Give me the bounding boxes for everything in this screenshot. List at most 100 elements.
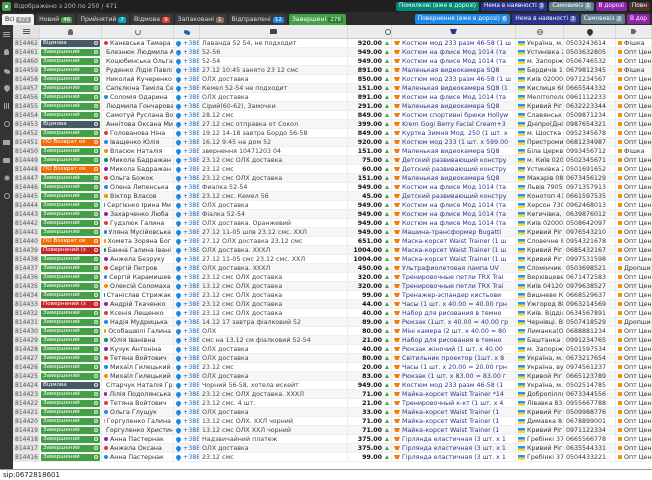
table-row[interactable]: 814441ЗавершенийУляна Мусійовська+38В27.… xyxy=(13,228,652,237)
cell-call-link[interactable]: +38В xyxy=(174,228,200,236)
table-row[interactable]: 814443ЗавершенийЗахарченко Люба+38ВФіалк… xyxy=(13,210,652,219)
cell-product[interactable]: Маленькая видеокамера SQ8 xyxy=(392,66,516,74)
column-header-name[interactable] xyxy=(102,25,174,38)
cell-product[interactable]: Майка-корсет Waist Trainer (1 xyxy=(392,417,516,425)
cell-product[interactable]: Костюм мод 233 разм 46-58 (1 ш xyxy=(392,75,516,83)
cell-call-link[interactable]: +38В xyxy=(174,390,200,398)
cell-product[interactable]: Костюм на флисе Мод 1014 (та xyxy=(392,57,516,65)
table-row[interactable]: 814456ЗавершенийСоломія Одарина+38ВОЛХ д… xyxy=(13,93,652,102)
tab-Всі[interactable]: Всі471 xyxy=(2,14,34,25)
topbar-status-button[interactable]: В дорозі xyxy=(596,2,627,11)
table-row[interactable]: 814430ЗавершенийОсобашвілі Галина+38ВОЛХ… xyxy=(13,327,652,336)
status-badge[interactable]: Завершений xyxy=(41,418,100,425)
cell-product[interactable]: Тренировочные петли TRX Trai xyxy=(392,282,516,290)
cell-product[interactable]: Маленькая видеокамера SQ8 xyxy=(392,174,516,182)
status-badge[interactable]: Завершений xyxy=(41,427,100,434)
status-badge[interactable]: Завершений xyxy=(41,193,100,200)
table-row[interactable]: 814450ЗавершенийВласюк Наталія+38Взверне… xyxy=(13,147,652,156)
cell-call-link[interactable]: +38В xyxy=(174,111,200,119)
cell-call-link[interactable]: +38В xyxy=(174,327,200,335)
column-header-region[interactable] xyxy=(516,25,564,38)
cell-call-link[interactable]: +38В xyxy=(174,201,200,209)
cell-call-link[interactable]: +38В xyxy=(174,264,200,272)
status-badge[interactable]: Завершений xyxy=(41,67,100,74)
cell-call-link[interactable]: +38В xyxy=(174,237,200,245)
cell-product[interactable]: Krem Gogi Berry Facial Cream+3 xyxy=(392,120,516,128)
cell-call-link[interactable]: +38В xyxy=(174,300,200,308)
cell-call-link[interactable]: +38В xyxy=(174,318,200,326)
table-row[interactable]: 814457ЗавершенийСапєлкіна Таміла Се+38ВК… xyxy=(13,84,652,93)
status-badge[interactable]: Завершений xyxy=(41,220,100,227)
topbar-status-button[interactable]: Нема в наявності3 xyxy=(481,2,547,11)
cell-call-link[interactable]: +38В xyxy=(174,156,200,164)
cell-product[interactable]: Детский развивающий констру xyxy=(392,156,516,164)
table-row[interactable]: 814436ЗавершенийСергій Карамишев+38В23.1… xyxy=(13,273,652,282)
table-row[interactable]: 814439Повернений (зБанна Галина Івані+38… xyxy=(13,246,652,255)
cell-product[interactable]: Тренировочные петли TRX Trai xyxy=(392,273,516,281)
sidebar-clock-icon[interactable] xyxy=(4,121,10,129)
status-badge[interactable]: Завершений xyxy=(41,400,100,407)
column-header-price[interactable] xyxy=(348,25,392,38)
cell-product[interactable]: Костюм на флисе Мод 1014 (та xyxy=(392,93,516,101)
table-row[interactable]: 814416ЗавершенийАнна Пастернак+38В23.12 … xyxy=(13,453,652,462)
cell-product[interactable]: Маленькая видеокамера SQ8 (1 xyxy=(392,84,516,92)
column-header-product[interactable] xyxy=(392,25,516,38)
table-row[interactable]: 814445ЗавершенийВіктор Власов+38В23.12 с… xyxy=(13,192,652,201)
topbar-status-button[interactable]: Помилкові (вже в дорозі) xyxy=(396,2,479,11)
cell-product[interactable]: Маска-корсет Waist Trainer (1 ш xyxy=(392,246,516,254)
cell-product[interactable]: Костюм на флисе Мод 1014 (та xyxy=(392,219,516,227)
status-badge[interactable]: Завершений xyxy=(41,328,100,335)
cell-product[interactable]: Маска-корсет Waist Trainer (1 ш xyxy=(392,255,516,263)
status-badge[interactable]: Завершений xyxy=(41,292,100,299)
cell-call-link[interactable]: +38В xyxy=(174,174,200,182)
status-badge[interactable]: Завершений xyxy=(41,103,100,110)
status-badge[interactable]: Завершений xyxy=(41,355,100,362)
status-badge[interactable]: Завершений xyxy=(41,202,100,209)
cell-product[interactable]: Маленькая видеокамера SQ8 xyxy=(392,147,516,155)
tab-Прийнятий[interactable]: Прийнятий7 xyxy=(77,14,129,25)
table-row[interactable]: 814422ЗавершенийТетяна Войтович+38В23.12… xyxy=(13,399,652,408)
cell-call-link[interactable]: +38В xyxy=(174,102,200,110)
status-badge[interactable]: ПО Возврат ок xyxy=(41,139,100,146)
status-badge[interactable]: Завершений xyxy=(41,211,100,218)
column-header-phone[interactable] xyxy=(174,25,200,38)
status-badge[interactable]: Повернений (з xyxy=(41,247,100,254)
cell-product[interactable]: Костюм мод 233 (1 шт. х 599.00 xyxy=(392,138,516,146)
tab-Завершені[interactable]: Завершені278 xyxy=(289,14,346,25)
cell-product[interactable]: Детский развивающий констру xyxy=(392,165,516,173)
cell-product[interactable]: Майка-корсет Waist Trainer (1 xyxy=(392,426,516,434)
status-badge[interactable]: Завершений xyxy=(41,310,100,317)
table-row[interactable]: 814434ЗавершенийСтаніслав Стрижак+38В23.… xyxy=(13,291,652,300)
cell-call-link[interactable]: +38В xyxy=(174,39,200,47)
table-row[interactable]: 814452ЗавершенийГолованова Ніна+38В19.12… xyxy=(13,129,652,138)
cell-call-link[interactable]: +38В xyxy=(174,129,200,137)
tab-Запаковані[interactable]: Запаковані1 xyxy=(175,14,227,25)
column-header-id[interactable] xyxy=(13,25,40,38)
tab-Відмова[interactable]: Відмова9 xyxy=(131,14,173,25)
table-row[interactable]: 814419ЗавершенийГоргуленко Христин+38В13… xyxy=(13,426,652,435)
column-header-phone2[interactable] xyxy=(564,25,616,38)
table-row[interactable]: 814417ЗавершенийАнжела Оксана+38ВОЛХ дос… xyxy=(13,444,652,453)
cell-product[interactable]: Куртка Зимня Мод. 250 (1 шт. х xyxy=(392,129,516,137)
table-row[interactable]: 814433Повернений (зАндрій Ткаченко+38В23… xyxy=(13,300,652,309)
table-row[interactable]: 814427ЗавершенийТетяна Войтович+38ВОЛХ д… xyxy=(13,354,652,363)
cell-call-link[interactable]: +38В xyxy=(174,273,200,281)
cell-call-link[interactable]: +38В xyxy=(174,75,200,83)
cell-call-link[interactable]: +38В xyxy=(174,183,200,191)
table-row[interactable]: 814449ЗавершенийМикола Бадражан+38В23.12… xyxy=(13,156,652,165)
status-badge[interactable]: Завершений xyxy=(41,391,100,398)
cell-product[interactable]: Часы (1 шт. х 20.00 = 20.00 грн xyxy=(392,363,516,371)
cell-product[interactable]: Рюкзак (1шт. х 40.00 = 40.00 гр xyxy=(392,318,516,326)
cell-product[interactable]: Майка-корсет Waist Trainer (1 xyxy=(392,408,516,416)
cell-product[interactable]: Костюм мод 233 разм 46-58 (1 ш xyxy=(392,39,516,47)
topbar-status-button[interactable]: Повн xyxy=(629,2,650,11)
sidebar-chart-icon[interactable] xyxy=(4,103,10,111)
cell-product[interactable]: Часы (1 шт. х 40.00 = 40.00 грн xyxy=(392,300,516,308)
cell-product[interactable]: Рюкзак (1 шт. х 83.00 = 83.00 г xyxy=(392,372,516,380)
table-row[interactable]: 814440ПО Возврат окХомета Зоряна Бог+38В… xyxy=(13,237,652,246)
status-badge[interactable]: Завершений xyxy=(41,346,100,353)
cell-call-link[interactable]: +38В xyxy=(174,219,200,227)
tab-Повернення (вже в дорозі)[interactable]: Повернення (вже в дорозі)6 xyxy=(415,14,511,24)
table-row[interactable]: 814437ЗавершенийСергій Петров+38ВОЛХ дос… xyxy=(13,264,652,273)
cell-call-link[interactable]: +38В xyxy=(174,345,200,353)
